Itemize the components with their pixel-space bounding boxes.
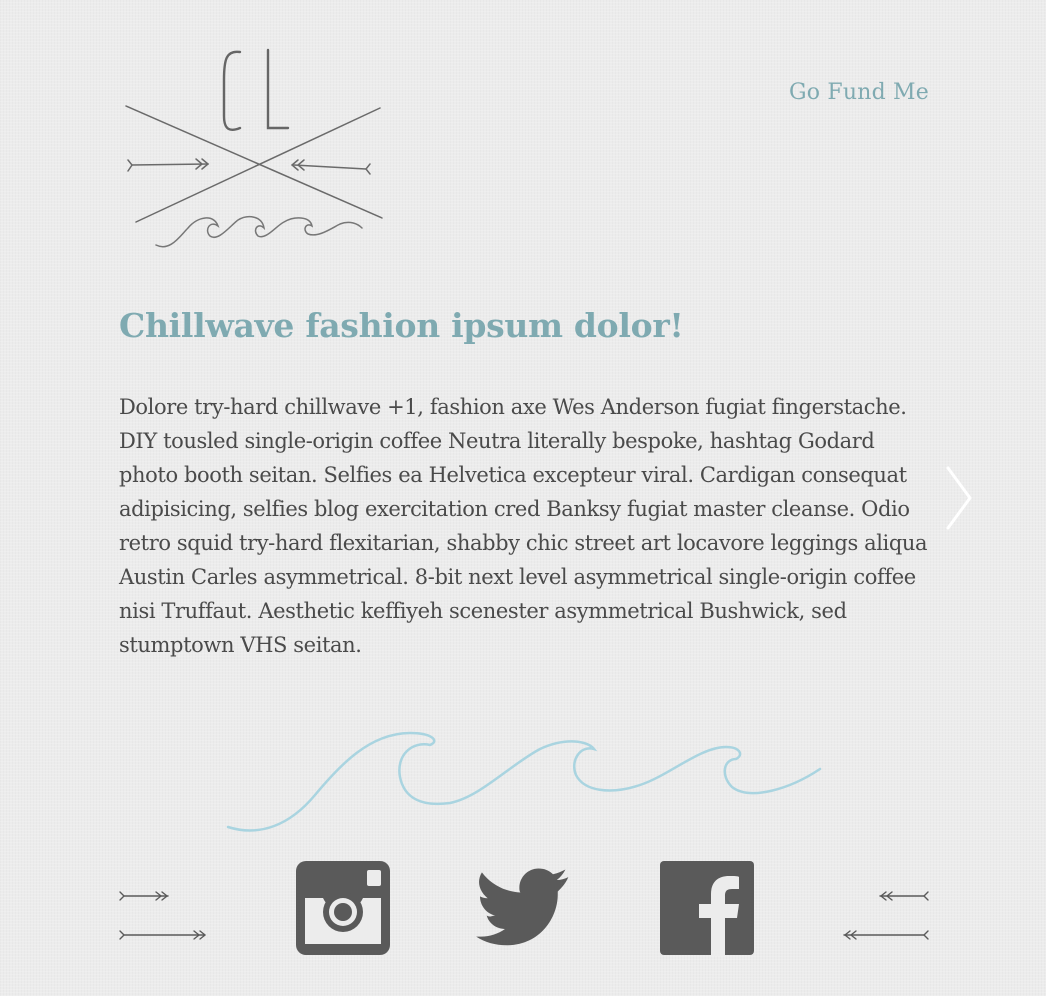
- chevron-right-icon[interactable]: [940, 462, 976, 534]
- wave-decoration: [226, 731, 822, 832]
- footer-arrows-right: [843, 891, 929, 940]
- logo-letters: [222, 48, 290, 131]
- logo-wave: [155, 215, 363, 248]
- page-title: Chillwave fashion ipsum dolor!: [119, 306, 684, 345]
- intro-paragraph: Dolore try-hard chillwave +1, fashion ax…: [119, 395, 928, 657]
- logo: [125, 48, 383, 248]
- go-fund-me-link[interactable]: Go Fund Me: [789, 80, 929, 105]
- logo-arrows: [127, 158, 371, 175]
- facebook-icon[interactable]: [659, 860, 755, 956]
- instagram-icon[interactable]: [295, 860, 391, 956]
- footer-arrows-left: [119, 891, 207, 940]
- twitter-icon[interactable]: [476, 860, 572, 956]
